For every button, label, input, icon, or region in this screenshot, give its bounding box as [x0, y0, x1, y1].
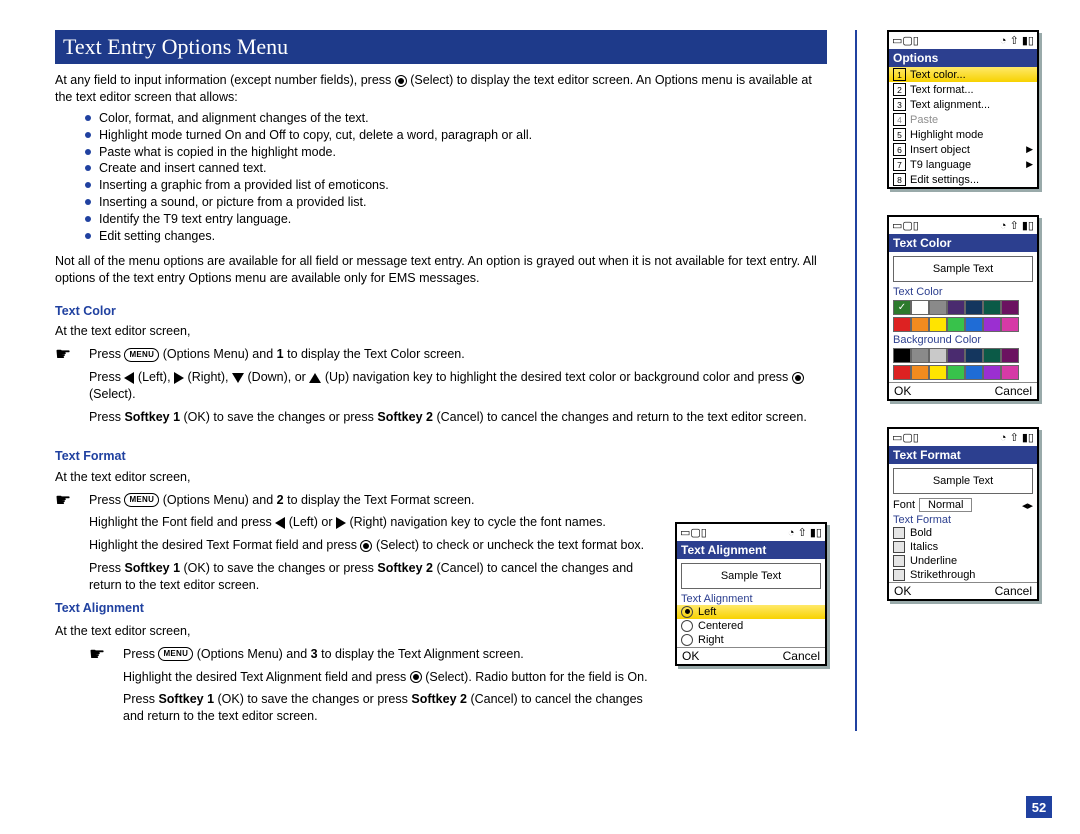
- phone-screen-text-format: ▭▢▯◔ ⇧ ▮▯ Text Format Sample Text Font N…: [887, 427, 1039, 601]
- text-format-steps: ▭▢▯◔ ⇧ ▮▯ Text Alignment Sample Text Tex…: [89, 492, 827, 732]
- menu-key-icon: MENU: [124, 348, 159, 362]
- option-paste: 4Paste: [889, 112, 1037, 127]
- softkey-ok[interactable]: OK: [894, 584, 911, 598]
- softkey-cancel[interactable]: Cancel: [995, 384, 1032, 398]
- softkey-cancel[interactable]: Cancel: [783, 649, 820, 663]
- select-key-icon: [410, 671, 422, 683]
- main-content: Text Entry Options Menu At any field to …: [55, 30, 857, 731]
- intro-bullet: Inserting a graphic from a provided list…: [89, 177, 827, 194]
- text-color-heading: Text Color: [55, 303, 827, 320]
- format-strikethrough[interactable]: Strikethrough: [889, 568, 1037, 582]
- up-arrow-icon: [309, 373, 321, 383]
- softkey-cancel[interactable]: Cancel: [995, 584, 1032, 598]
- select-key-icon: [360, 540, 372, 552]
- right-arrow-icon: [174, 372, 184, 384]
- text-format-heading: Text Format: [55, 448, 827, 465]
- hand-pointer-icon: ☛: [55, 345, 77, 363]
- format-italics[interactable]: Italics: [889, 540, 1037, 554]
- page-title-bar: Text Entry Options Menu: [55, 30, 827, 64]
- softkey-ok[interactable]: OK: [894, 384, 911, 398]
- menu-key-icon: MENU: [124, 493, 159, 507]
- text-alignment-steps: Press MENU (Options Menu) and 3 to displ…: [123, 646, 661, 732]
- page-number: 52: [1026, 796, 1052, 818]
- text-color-lead: At the text editor screen,: [55, 323, 827, 340]
- select-key-icon: [395, 75, 407, 87]
- align-option-left[interactable]: Left: [677, 605, 825, 619]
- intro-bullet-list: Color, format, and alignment changes of …: [89, 110, 827, 245]
- intro-bullet: Edit setting changes.: [89, 228, 827, 245]
- option-t9-language[interactable]: 7T9 language▶: [889, 157, 1037, 172]
- chevron-right-icon: ▶: [1026, 144, 1033, 155]
- phone-screen-options: ▭▢▯◔ ⇧ ▮▯ Options 1Text color... 2Text f…: [887, 30, 1039, 189]
- intro-paragraph: At any field to input information (excep…: [55, 72, 827, 106]
- intro-bullet: Identify the T9 text entry language.: [89, 211, 827, 228]
- option-highlight-mode[interactable]: 5Highlight mode: [889, 127, 1037, 142]
- text-format-lead: At the text editor screen,: [55, 469, 827, 486]
- option-text-color[interactable]: 1Text color...: [889, 67, 1037, 82]
- text-color-swatches[interactable]: [889, 298, 1037, 334]
- option-insert-object[interactable]: 6Insert object▶: [889, 142, 1037, 157]
- intro-bullet: Highlight mode turned On and Off to copy…: [89, 127, 827, 144]
- text-color-steps: Press MENU (Options Menu) and 1 to displ…: [89, 346, 827, 432]
- chevron-right-icon: ▶: [1026, 159, 1033, 170]
- intro-bullet: Inserting a sound, or picture from a pro…: [89, 194, 827, 211]
- softkey-ok[interactable]: OK: [682, 649, 699, 663]
- right-arrow-icon: [336, 517, 346, 529]
- format-underline[interactable]: Underline: [889, 554, 1037, 568]
- phone-screen-text-alignment: ▭▢▯◔ ⇧ ▮▯ Text Alignment Sample Text Tex…: [675, 522, 827, 666]
- side-column: ▭▢▯◔ ⇧ ▮▯ Options 1Text color... 2Text f…: [887, 30, 1052, 731]
- intro-bullet: Color, format, and alignment changes of …: [89, 110, 827, 127]
- font-field[interactable]: Font Normal ◂▸: [889, 498, 1037, 514]
- option-text-format[interactable]: 2Text format...: [889, 82, 1037, 97]
- option-edit-settings[interactable]: 8Edit settings...: [889, 172, 1037, 187]
- format-bold[interactable]: Bold: [889, 526, 1037, 540]
- phone-screen-text-color: ▭▢▯◔ ⇧ ▮▯ Text Color Sample Text Text Co…: [887, 215, 1039, 401]
- left-arrow-icon: [275, 517, 285, 529]
- down-arrow-icon: [232, 373, 244, 383]
- menu-key-icon: MENU: [158, 647, 193, 661]
- left-arrow-icon: [124, 372, 134, 384]
- hand-pointer-icon: ☛: [89, 645, 111, 663]
- align-option-centered[interactable]: Centered: [677, 619, 825, 633]
- intro-after: Not all of the menu options are availabl…: [55, 253, 827, 287]
- intro-bullet: Paste what is copied in the highlight mo…: [89, 144, 827, 161]
- intro-bullet: Create and insert canned text.: [89, 160, 827, 177]
- hand-pointer-icon: ☛: [55, 491, 77, 509]
- align-option-right[interactable]: Right: [677, 633, 825, 647]
- option-text-alignment[interactable]: 3Text alignment...: [889, 97, 1037, 112]
- select-key-icon: [792, 372, 804, 384]
- bg-color-swatches[interactable]: [889, 346, 1037, 382]
